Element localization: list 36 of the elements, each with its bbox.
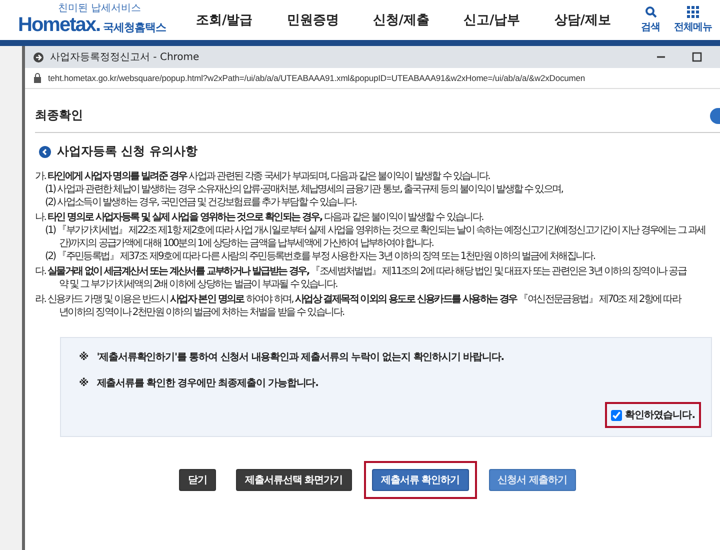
window-title: 사업자등록정정신고서 - Chrome (50, 51, 200, 64)
help-button[interactable] (710, 108, 720, 124)
notice-text: ※ '제출서류확인하기'를 통하여 신청서 내용확인과 제출서류의 누락이 없는지 확인하시기 바랍니다. (79, 350, 505, 364)
notice-text: 라. 신용카드 가맹 및 이용은 반드시 사업자 본인 명의로 하여야 하며, 사업상 결제목적 이외의 용도로 신용카드를 사용하는 경우 『여신전문금융법』 제70조 제 2항에 따라 (35, 293, 682, 306)
notice-text: (2) 『주민등록법』 제37조 제9호에 따라 다른 사람의 주민등록번호를 부정 사용한 자는 3년 이하의 징역 또는 1천만원 이하의 벌금에 처해집니다. (44, 250, 596, 263)
all-menu-button[interactable]: 전체메뉴 (674, 6, 712, 34)
notice-text: 간)까지의 공급가액에 대해 100분의 1에 상당하는 금액을 납부세액에 가산하여 납부하여야 합니다. (58, 237, 434, 250)
notice-text: 약 및 그 부가가치세액의 2배 이하에 상당하는 벌금이 부과될 수 있습니다. (58, 278, 338, 291)
nav-menu-item[interactable]: 상담/제보 (554, 11, 611, 29)
nav-menu-item[interactable]: 신고/납부 (464, 11, 520, 29)
search-button[interactable]: 검색 (641, 6, 660, 34)
action-button[interactable]: 제출서류선택 화면가기 (236, 469, 352, 491)
grid-menu-icon (687, 6, 699, 18)
maximize-icon[interactable] (692, 52, 702, 62)
notice-text: (1) 『부가가치세법』 제22조 제1항 제2호에 따라 사업 개시일로부터 실제 사업을 영위하는 것으로 확인되는 날이 속하는 예정신고기간(예정신고기간이 지난 경우에는 그 과세 (44, 224, 706, 237)
notice-text: 가. 타인에게 사업자 명의를 빌려준 경우 사업과 관련된 각종 국세가 부과되며, 다음과 같은 불이익이 발생할 수 있습니다. (35, 170, 491, 183)
search-icon (644, 6, 656, 18)
address-bar[interactable]: teht.hometax.go.kr/websquare/popup.html?w2xPath=/ui/ab/a/a/UTEABAAA91.xml&popupID=UTEABAAA91&w2xHome=/ui/ab/a/a/&w2xDocumen (48, 73, 585, 83)
close-button[interactable]: 닫기 (178, 469, 216, 491)
action-button[interactable]: 제출서류 확인하기 (372, 469, 469, 491)
notice-text: (2) 사업소득이 발생하는 경우, 국민연금 및 건강보험료를 추가 부담할 수 있습니다. (44, 196, 358, 209)
notice-text: (1) 사업과 관련한 체납이 발생하는 경우 소유재산의 압류·공매처분, 체납명세의 금융기관 통보, 출국규제 등의 불이익이 발생할 수 있으며, (44, 183, 564, 196)
arrow-circle-icon (39, 146, 51, 158)
notice-text: 년이하의 징역이나 2천만원 이하의 벌금에 처하는 처벌을 받을 수 있습니다. (58, 306, 346, 319)
lock-icon (33, 73, 42, 83)
notice-text: 나. 타인 명의로 사업자등록 및 실제 사업을 영위하는 것으로 확인되는 경우, 다음과 같은 불이익이 발생할 수 있습니다. (35, 211, 484, 224)
notice-text: ※ 제출서류를 확인한 경우에만 최종제출이 가능합니다. (79, 376, 320, 390)
page-title: 최종확인 (35, 107, 84, 124)
hometax-logo[interactable]: 친미된 납세서비스 Hometax.국세청홈택스 (18, 3, 168, 37)
nav-menu-item[interactable]: 조회/발급 (196, 11, 253, 29)
confirm-checkbox[interactable] (611, 410, 622, 420)
nav-menu-item[interactable]: 신청/제출 (372, 11, 430, 29)
notice-text: 다. 실물거래 없이 세금계산서 또는 계산서를 교부하거나 발급받는 경우, 『조세범처벌법』 제11조의 2에 따라 해당 법인 및 대표자 또는 관련인은 3년 이하의 징역이나 공급 (35, 265, 688, 278)
section-heading: 사업자등록 신청 유의사항 (57, 143, 198, 160)
nav-menu-item[interactable]: 민원증명 (286, 11, 339, 29)
checkbox-label: 확인하였습니다. (625, 409, 695, 422)
